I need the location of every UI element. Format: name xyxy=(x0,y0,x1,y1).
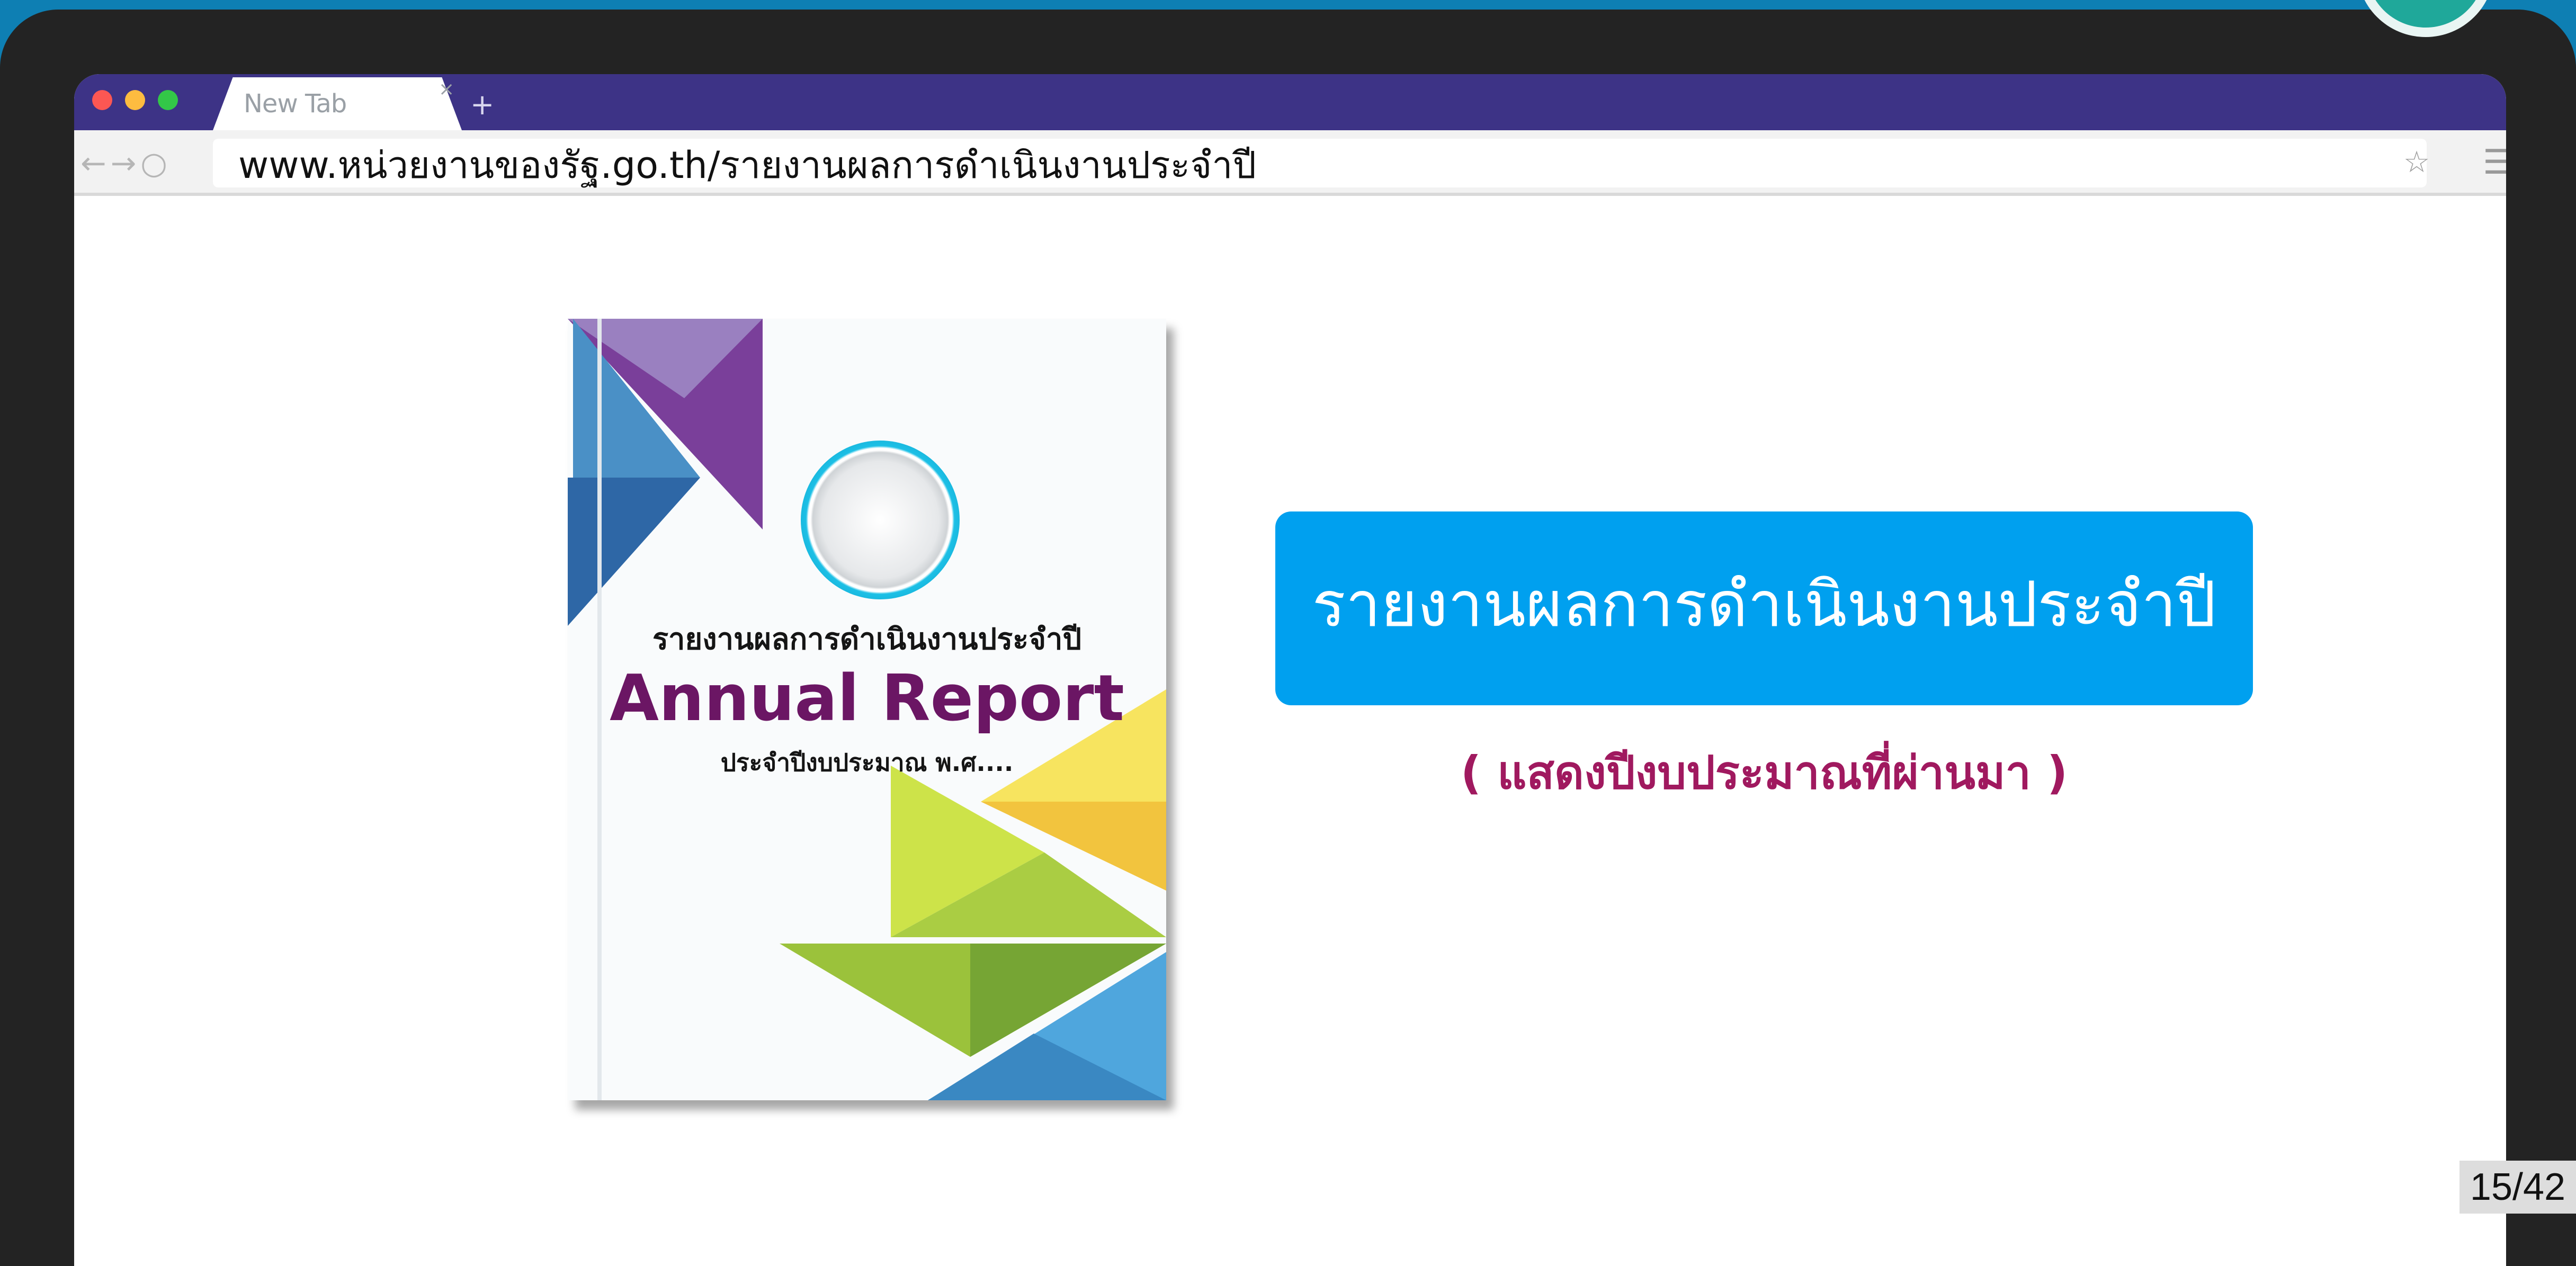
tab-label: New Tab xyxy=(244,89,347,119)
address-bar-text[interactable]: www.หน่วยงานของรัฐ.go.th/รายงานผลการดำเน… xyxy=(238,136,1256,194)
new-tab-button[interactable]: + xyxy=(470,88,494,121)
cover-subtitle: ประจำปีงบประมาณ พ.ศ.... xyxy=(720,748,1014,777)
page-title: รายงานผลการดำเนินงานประจำปี xyxy=(1312,568,2216,641)
back-forward-reload-icons[interactable]: ←→○ xyxy=(80,145,172,181)
browser-window: New Tab × + ←→○ www.หน่วยงานของรัฐ.go.th… xyxy=(74,74,2506,1266)
annual-report-cover-image: รายงานผลการดำเนินงานประจำปี Annual Repor… xyxy=(568,319,1166,1100)
maximize-window-button[interactable] xyxy=(158,90,178,110)
close-window-button[interactable] xyxy=(92,90,112,110)
page-subtitle: ( แสดงปีงบประมาณที่ผ่านมา ) xyxy=(1460,747,2068,800)
cover-english-title: Annual Report xyxy=(610,662,1124,735)
browser-menu-icon[interactable]: ☰ xyxy=(2483,143,2506,182)
cover-circle-emblem xyxy=(801,441,960,599)
tab-close-icon[interactable]: × xyxy=(439,78,454,100)
bookmark-star-icon[interactable]: ☆ xyxy=(2403,145,2430,179)
minimize-window-button[interactable] xyxy=(125,90,145,110)
slide-page-counter: 15/42 xyxy=(2459,1161,2576,1214)
cover-thai-title: รายงานผลการดำเนินงานประจำปี xyxy=(652,622,1082,657)
